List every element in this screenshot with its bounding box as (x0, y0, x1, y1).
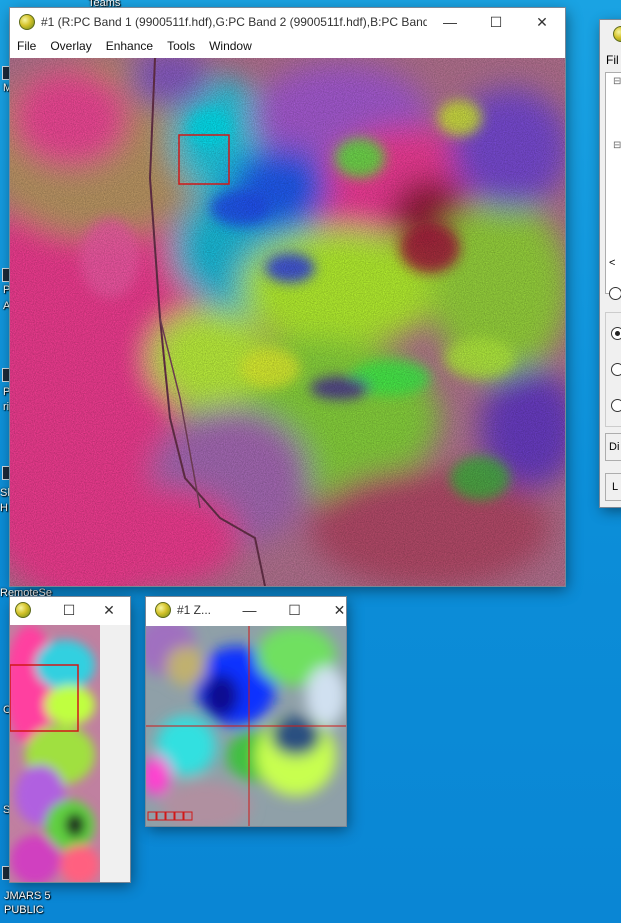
menu-enhance[interactable]: Enhance (99, 39, 160, 53)
image-display[interactable] (10, 58, 565, 586)
menu-window[interactable]: Window (202, 39, 259, 53)
minimize-icon: — (443, 14, 457, 30)
app-icon (155, 602, 171, 618)
minimize-button[interactable]: — (427, 8, 473, 36)
maximize-icon: ☐ (489, 13, 503, 30)
side-panel-window: Fil ⊟ ⊟ < Di L (600, 20, 621, 507)
option-radio[interactable] (611, 399, 621, 412)
side-panel-file-menu[interactable]: Fil (606, 53, 619, 67)
zoom-window-title: #1 Z... (177, 603, 212, 617)
menu-file[interactable]: File (10, 39, 43, 53)
close-icon: ✕ (103, 601, 115, 618)
dims-button[interactable]: Di (605, 433, 621, 461)
load-button-label: L (612, 481, 619, 493)
app-icon (613, 26, 621, 42)
overview-image (10, 625, 100, 882)
image-window: #1 (R:PC Band 1 (9900511f.hdf),G:PC Band… (10, 8, 565, 586)
option-radio[interactable] (609, 287, 621, 300)
load-button[interactable]: L (605, 473, 621, 501)
tree-expand-icon[interactable]: ⊟ (613, 140, 621, 151)
desktop-icon-label-h[interactable]: H (0, 502, 8, 514)
image-window-titlebar[interactable]: #1 (R:PC Band 1 (9900511f.hdf),G:PC Band… (10, 8, 565, 36)
dims-button-label: Di (609, 441, 620, 453)
option-radio-selected[interactable] (611, 327, 621, 340)
zoom-window: #1 Z... — ☐ ✕ (146, 597, 346, 826)
maximize-button[interactable]: ☐ (473, 8, 519, 36)
desktop-icon-label-ri[interactable]: ri (3, 401, 9, 413)
menu-overlay[interactable]: Overlay (43, 39, 98, 53)
app-icon (19, 14, 35, 30)
minimize-button[interactable]: — (227, 597, 272, 623)
zoom-image (146, 626, 346, 826)
maximize-icon: ☐ (288, 601, 301, 618)
close-button[interactable]: ✕ (89, 597, 129, 623)
close-button[interactable]: ✕ (317, 597, 362, 623)
app-icon (15, 602, 31, 618)
desktop-icon-label-public[interactable]: PUBLIC (4, 904, 44, 916)
minimize-icon: — (242, 602, 257, 618)
maximize-button[interactable]: ☐ (272, 597, 317, 623)
window-title: #1 (R:PC Band 1 (9900511f.hdf),G:PC Band… (41, 15, 427, 29)
close-icon: ✕ (536, 13, 548, 30)
maximize-button[interactable]: ☐ (49, 597, 89, 623)
maximize-icon: ☐ (62, 601, 76, 618)
zoom-display[interactable] (146, 626, 346, 826)
satellite-image (10, 58, 565, 586)
close-icon: ✕ (333, 601, 346, 618)
scroll-window: ☐ ✕ (10, 597, 130, 882)
scroll-left-arrow[interactable]: < (609, 257, 615, 269)
menu-bar: File Overlay Enhance Tools Window (10, 36, 565, 56)
scroll-display[interactable] (10, 625, 130, 882)
scroll-window-titlebar[interactable]: ☐ ✕ (10, 597, 130, 623)
option-radio[interactable] (611, 363, 621, 376)
tree-expand-icon[interactable]: ⊟ (613, 76, 621, 87)
close-button[interactable]: ✕ (519, 8, 565, 36)
menu-tools[interactable]: Tools (160, 39, 202, 53)
zoom-window-titlebar[interactable]: #1 Z... — ☐ ✕ (146, 597, 346, 623)
desktop-icon-label-jmars[interactable]: JMARS 5 (4, 890, 50, 902)
